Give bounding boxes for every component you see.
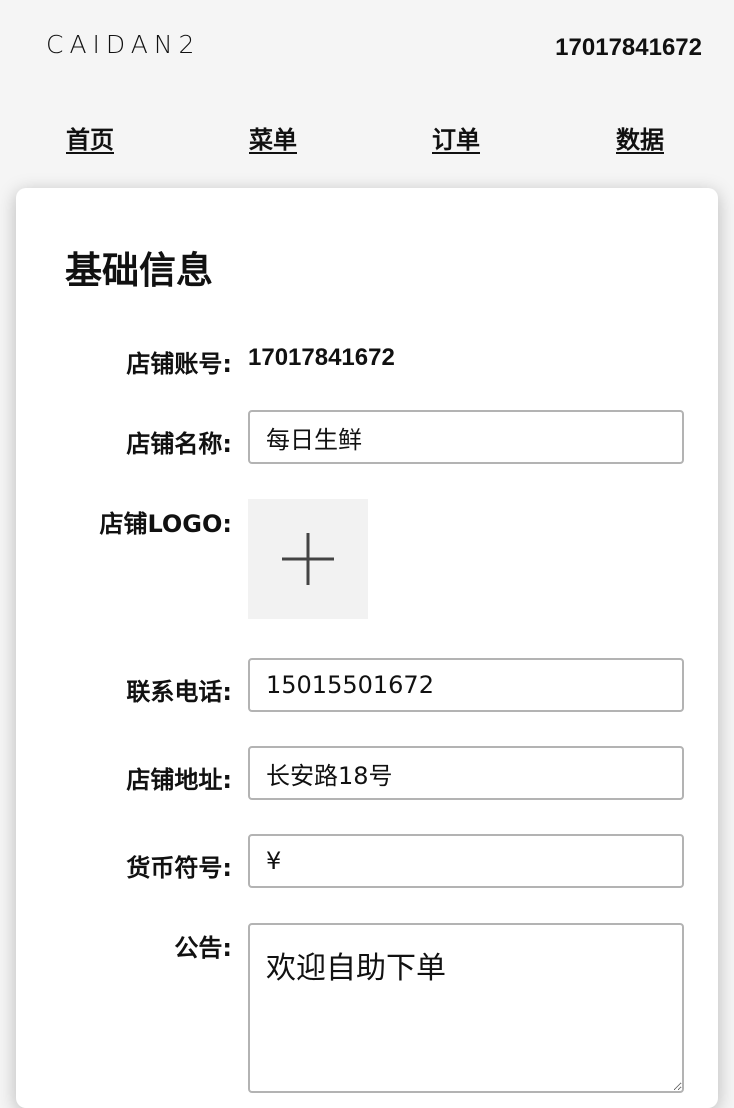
account-number[interactable]: 17017841672 [555, 34, 702, 62]
nav-orders[interactable]: 订单 [432, 120, 480, 155]
nav-menu[interactable]: 菜单 [249, 120, 297, 155]
notice-textarea[interactable]: 欢迎自助下单 [248, 923, 684, 1093]
store-name-input[interactable] [248, 410, 684, 464]
store-name-label: 店铺名称: [126, 430, 232, 458]
header: CAIDAN2 17017841672 [0, 0, 734, 96]
plus-icon [282, 533, 334, 585]
address-input[interactable] [248, 746, 684, 800]
notice-label: 公告: [174, 934, 232, 962]
brand-logo[interactable]: CAIDAN2 [46, 30, 200, 59]
currency-input[interactable] [248, 834, 684, 888]
main-nav: 首页 菜单 订单 数据 [0, 116, 734, 160]
logo-upload-button[interactable] [248, 499, 368, 619]
currency-label: 货币符号: [126, 854, 232, 882]
phone-label: 联系电话: [126, 678, 232, 706]
page-title: 基础信息 [65, 249, 213, 292]
store-logo-label: 店铺LOGO: [99, 510, 232, 538]
basic-info-card: 基础信息 店铺账号: 17017841672 店铺名称: 店铺LOGO: 联系电… [16, 188, 718, 1108]
phone-input[interactable] [248, 658, 684, 712]
nav-home[interactable]: 首页 [66, 120, 114, 155]
account-value: 17017841672 [248, 344, 395, 371]
address-label: 店铺地址: [126, 766, 232, 794]
nav-data[interactable]: 数据 [616, 120, 664, 155]
account-label: 店铺账号: [126, 350, 232, 378]
